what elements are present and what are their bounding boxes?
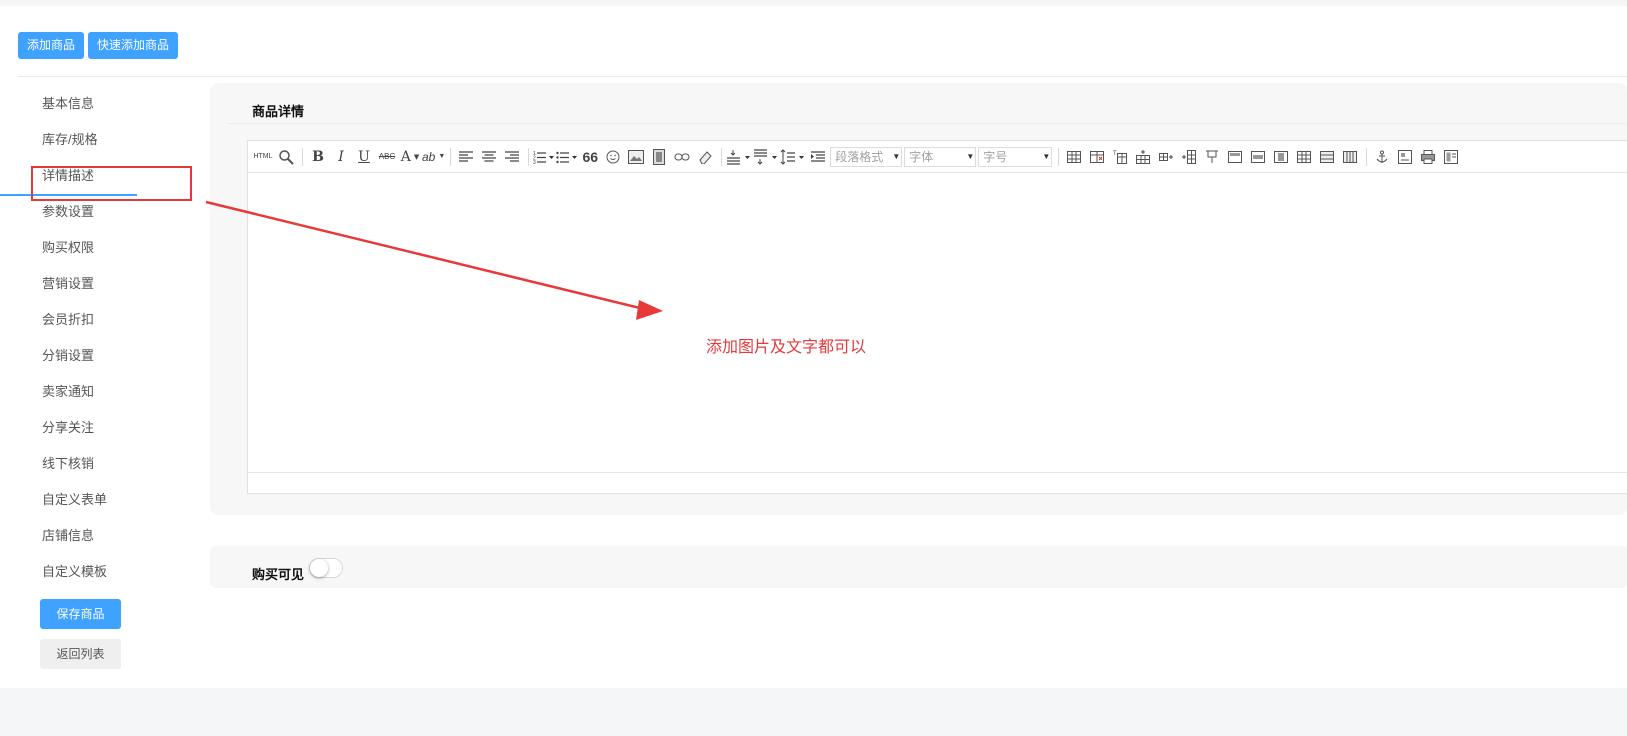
sidebar-item-custom-template[interactable]: 自定义模板 bbox=[42, 554, 192, 590]
sidebar-item-marketing[interactable]: 营销设置 bbox=[42, 266, 192, 302]
sidebar-nav: 基本信息 库存/规格 详情描述 参数设置 购买权限 营销设置 会员折扣 分销设置… bbox=[42, 86, 192, 590]
bold-button[interactable]: B bbox=[307, 146, 329, 168]
sidebar-item-share-follow[interactable]: 分享关注 bbox=[42, 410, 192, 446]
line-height-icon[interactable] bbox=[780, 146, 806, 168]
svg-text:T: T bbox=[1113, 151, 1117, 157]
eraser-icon[interactable] bbox=[694, 146, 716, 168]
merge-down-icon[interactable] bbox=[1270, 146, 1292, 168]
add-product-button[interactable]: 添加商品 bbox=[18, 32, 85, 59]
font-family-select[interactable]: 字体 ▼ bbox=[904, 146, 977, 167]
insert-row-icon[interactable] bbox=[1132, 146, 1154, 168]
unordered-list-icon[interactable] bbox=[556, 146, 578, 168]
split-columns-icon[interactable] bbox=[1339, 146, 1361, 168]
quick-add-product-button[interactable]: 快速添加商品 bbox=[88, 32, 179, 59]
merge-right-icon[interactable] bbox=[1247, 146, 1269, 168]
sidebar-item-purchase-permission[interactable]: 购买权限 bbox=[42, 230, 192, 266]
toolbar-separator bbox=[528, 147, 530, 166]
merge-cells-icon[interactable] bbox=[1224, 146, 1246, 168]
anchor-icon[interactable] bbox=[1371, 146, 1393, 168]
split-cells-icon[interactable] bbox=[1293, 146, 1315, 168]
split-rows-icon[interactable] bbox=[1316, 146, 1338, 168]
font-size-select[interactable]: 字号 ▼ bbox=[978, 146, 1053, 167]
preview-icon[interactable] bbox=[275, 146, 297, 168]
annotation-text: 添加图片及文字都可以 bbox=[706, 339, 867, 356]
detail-divider bbox=[228, 123, 1627, 124]
toolbar-separator bbox=[721, 147, 723, 166]
delete-column-icon[interactable] bbox=[1201, 146, 1223, 168]
sidebar-item-member-discount[interactable]: 会员折扣 bbox=[42, 302, 192, 338]
template-icon[interactable] bbox=[1394, 146, 1416, 168]
insert-column-icon[interactable] bbox=[1178, 146, 1200, 168]
purchase-visible-label: 购买可见 bbox=[252, 567, 305, 582]
top-actions: 添加商品 快速添加商品 bbox=[18, 32, 179, 59]
link-icon[interactable] bbox=[671, 146, 693, 168]
sidebar-item-seller-notify[interactable]: 卖家通知 bbox=[42, 374, 192, 410]
detail-panel: 商品详情 HTML B I U ABC A ▼ ab ▼ 123 66 段落格式… bbox=[210, 83, 1627, 515]
image-icon[interactable] bbox=[625, 146, 647, 168]
delete-row-icon[interactable] bbox=[1155, 146, 1177, 168]
toolbar-separator bbox=[1366, 147, 1368, 166]
insert-table-icon[interactable] bbox=[1063, 146, 1085, 168]
toolbar-separator bbox=[1058, 147, 1060, 166]
html-source-button[interactable]: HTML bbox=[252, 146, 274, 168]
italic-button[interactable]: I bbox=[330, 146, 352, 168]
sidebar-item-basic-info[interactable]: 基本信息 bbox=[42, 86, 192, 122]
purchase-visible-toggle[interactable] bbox=[309, 558, 343, 578]
highlight-button[interactable]: ab ▼ bbox=[422, 146, 445, 168]
toggle-knob bbox=[310, 559, 328, 577]
print-icon[interactable] bbox=[1417, 146, 1439, 168]
underline-button[interactable]: U bbox=[353, 146, 375, 168]
paragraph-format-select[interactable]: 段落格式 ▼ bbox=[830, 146, 903, 167]
blockquote-button[interactable]: 66 bbox=[579, 146, 601, 168]
indent-icon[interactable] bbox=[807, 146, 829, 168]
delete-table-icon[interactable] bbox=[1086, 146, 1108, 168]
detail-title: 商品详情 bbox=[252, 104, 305, 119]
sidebar-item-offline-verify[interactable]: 线下核销 bbox=[42, 446, 192, 482]
row-spacing-top-icon[interactable] bbox=[726, 146, 752, 168]
sidebar-item-stock-spec[interactable]: 库存/规格 bbox=[42, 122, 192, 158]
strikethrough-button[interactable]: ABC bbox=[376, 146, 398, 168]
toolbar-separator bbox=[450, 147, 452, 166]
highlight-box bbox=[31, 166, 192, 201]
editor-toolbar: HTML B I U ABC A ▼ ab ▼ 123 66 段落格式 ▼ 字体… bbox=[248, 141, 1627, 173]
emoji-icon[interactable] bbox=[602, 146, 624, 168]
sidebar-item-custom-form[interactable]: 自定义表单 bbox=[42, 482, 192, 518]
save-product-button[interactable]: 保存商品 bbox=[40, 599, 121, 629]
row-spacing-bottom-icon[interactable] bbox=[753, 146, 779, 168]
toolbar-separator bbox=[302, 147, 303, 166]
editor-statusbar bbox=[248, 472, 1627, 493]
font-color-button[interactable]: A ▼ bbox=[399, 146, 421, 168]
video-icon[interactable] bbox=[648, 146, 670, 168]
sidebar-item-distribution[interactable]: 分销设置 bbox=[42, 338, 192, 374]
ordered-list-icon[interactable]: 123 bbox=[533, 146, 555, 168]
editor-content-area[interactable] bbox=[248, 173, 1627, 473]
header-divider bbox=[18, 76, 1627, 77]
purchase-visible-panel: 购买可见 bbox=[210, 546, 1627, 588]
align-right-icon[interactable] bbox=[501, 146, 523, 168]
rich-text-editor[interactable]: HTML B I U ABC A ▼ ab ▼ 123 66 段落格式 ▼ 字体… bbox=[247, 140, 1627, 494]
back-to-list-button[interactable]: 返回列表 bbox=[40, 639, 121, 669]
align-center-icon[interactable] bbox=[478, 146, 500, 168]
svg-text:3: 3 bbox=[533, 160, 536, 164]
page-break-icon[interactable] bbox=[1440, 146, 1462, 168]
insert-paragraph-before-table-icon[interactable]: T bbox=[1109, 146, 1131, 168]
sidebar-item-shop-info[interactable]: 店铺信息 bbox=[42, 518, 192, 554]
align-left-icon[interactable] bbox=[455, 146, 477, 168]
